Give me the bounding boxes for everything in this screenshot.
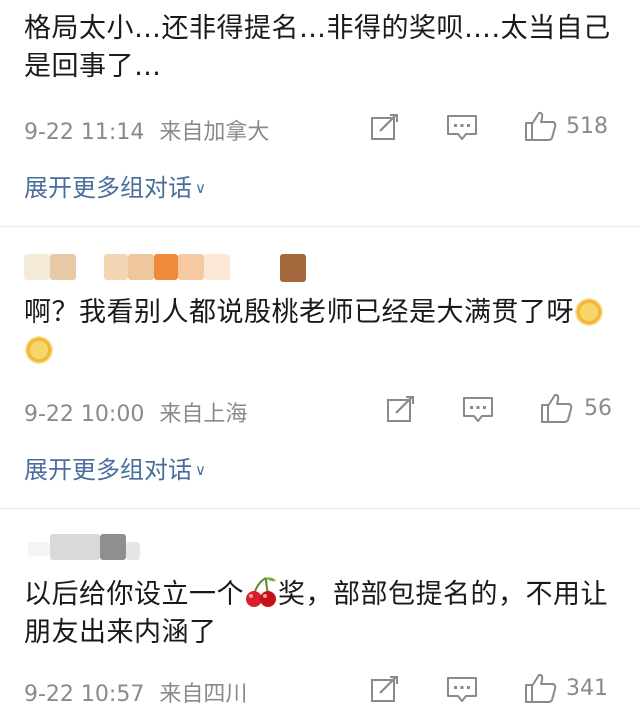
comment-text-body: 啊？我看别人都说殷桃老师已经是大满贯了呀 — [24, 297, 574, 328]
like-count: 341 — [566, 675, 608, 701]
comment-time: 9-22 11:14 — [24, 120, 145, 145]
chevron-down-icon: ∨ — [195, 461, 206, 479]
divider — [0, 226, 640, 227]
thumbs-up-icon — [525, 111, 557, 141]
thumbs-up-icon — [525, 673, 557, 703]
comment-button[interactable] — [462, 395, 494, 423]
comment-button[interactable] — [446, 113, 478, 141]
comment-text-body: 以后给你设立一个 — [24, 579, 244, 610]
comment-button[interactable] — [446, 675, 478, 703]
repost-icon — [387, 396, 414, 422]
smile-emoji-icon — [575, 298, 603, 326]
comment-icon — [447, 115, 477, 140]
chevron-down-icon: ∨ — [195, 179, 206, 197]
comment-icon — [447, 677, 477, 702]
thumbs-up-icon — [541, 393, 573, 423]
comment-icon — [463, 397, 493, 422]
expand-label: 展开更多组对话 — [24, 456, 192, 484]
comment-text: 以后给你设立一个 奖，部部包提名的，不用让朋友出来内涵了 — [24, 576, 624, 652]
repost-button[interactable] — [370, 675, 400, 703]
comment-text: 啊？我看别人都说殷桃老师已经是大满贯了呀 — [24, 294, 624, 370]
comment-time: 9-22 10:00 — [24, 402, 145, 427]
repost-button[interactable] — [386, 395, 416, 423]
comment-location: 来自加拿大 — [159, 120, 270, 145]
repost-icon — [371, 114, 398, 140]
comment-meta: 9-22 10:57 来自四川 — [24, 676, 247, 708]
like-button[interactable]: 56 — [540, 392, 612, 424]
comment-location: 来自上海 — [159, 402, 248, 427]
comment-meta: 9-22 11:14 来自加拿大 — [24, 114, 269, 146]
repost-icon — [371, 676, 398, 702]
comment-text: 格局太小…还非得提名…非得的奖呗….太当自己是回事了… — [24, 13, 611, 82]
like-button[interactable]: 518 — [524, 110, 608, 142]
comment-meta: 9-22 10:00 来自上海 — [24, 396, 247, 428]
smile-emoji-icon — [25, 336, 53, 364]
comment-time: 9-22 10:57 — [24, 682, 145, 707]
like-count: 56 — [584, 395, 612, 421]
expand-conversation-link[interactable]: 展开更多组对话 ∨ — [24, 168, 206, 203]
repost-button[interactable] — [370, 113, 400, 141]
comment-location: 来自四川 — [159, 682, 248, 707]
expand-label: 展开更多组对话 — [24, 174, 192, 202]
cherry-emoji-icon — [246, 577, 276, 607]
like-button[interactable]: 341 — [524, 672, 608, 704]
like-count: 518 — [566, 113, 608, 139]
divider — [0, 508, 640, 509]
expand-conversation-link[interactable]: 展开更多组对话 ∨ — [24, 450, 206, 485]
